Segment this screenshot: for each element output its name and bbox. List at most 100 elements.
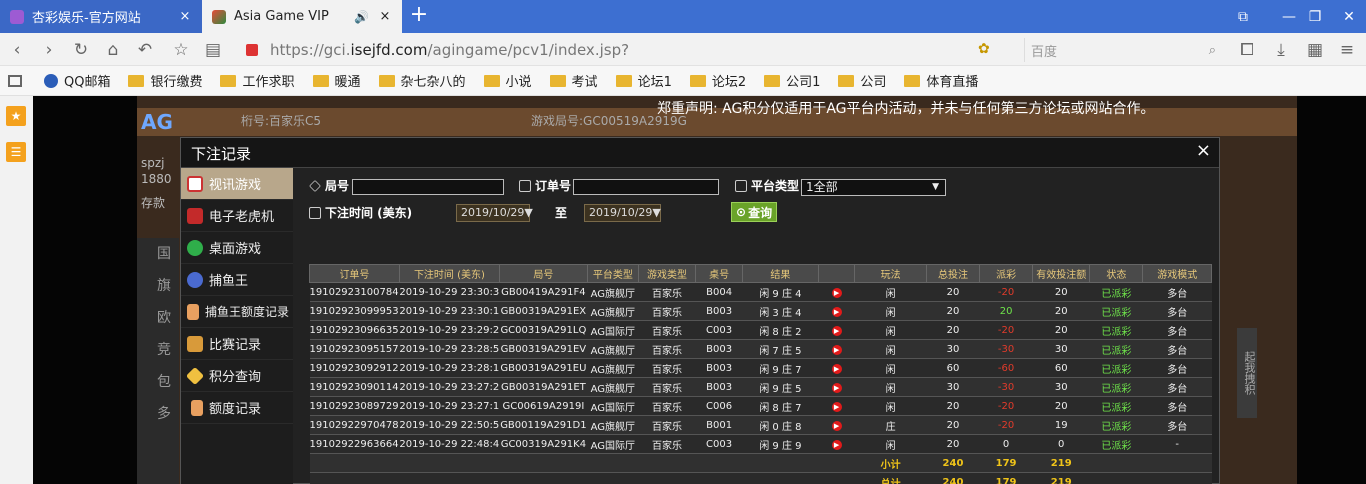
- play-video-icon[interactable]: ▶: [831, 306, 842, 317]
- table-row[interactable]: 191029231007844 2019-10-29 23:30:38 GB0041…: [309, 282, 1212, 302]
- tab-asia-game[interactable]: Asia Game VIP 🔊 ×: [202, 0, 402, 33]
- screenshot-icon[interactable]: ⧠: [1236, 39, 1258, 61]
- bg-menu-item: 竞: [157, 342, 171, 358]
- apps-icon[interactable]: ▦: [1304, 39, 1326, 61]
- order-number-cell: 191029231007844: [309, 282, 400, 302]
- game-type-cell: 百家乐: [638, 396, 696, 416]
- round-input[interactable]: [352, 179, 504, 195]
- restore-tabs-icon[interactable]: ⧉: [1220, 0, 1266, 33]
- table-row[interactable]: 191029229704787 2019-10-29 22:50:59 GB0011…: [309, 415, 1212, 435]
- order-number-cell: 191029229636649: [309, 434, 400, 454]
- forward-icon[interactable]: ›: [38, 39, 60, 61]
- table-row[interactable]: 191029230897292 2019-10-29 23:27:15 GC0061…: [309, 396, 1212, 416]
- tab-title: 杏彩娱乐-官方网站: [32, 11, 141, 26]
- menu-item-points[interactable]: 积分查询: [181, 360, 293, 392]
- tab-close-icon[interactable]: ×: [178, 9, 192, 24]
- table-row[interactable]: 191029230929128 2019-10-29 23:28:16 GB0031…: [309, 358, 1212, 378]
- bookmark-folder[interactable]: 论坛1: [615, 71, 672, 90]
- play-type-cell: 闲: [854, 339, 927, 359]
- query-button[interactable]: ⊙ 查询: [731, 202, 778, 222]
- menu-item-match-records[interactable]: 比赛记录: [181, 328, 293, 360]
- speaker-icon[interactable]: 🔊: [354, 10, 370, 24]
- menu-item-fishing-king[interactable]: 捕鱼王: [181, 264, 293, 296]
- bookmark-folder[interactable]: 暖通: [312, 71, 361, 90]
- notes-icon[interactable]: ☰: [6, 142, 26, 162]
- tab-close-icon[interactable]: ×: [378, 9, 392, 24]
- tab-xingcai[interactable]: 杏彩娱乐-官方网站 ×: [0, 0, 202, 33]
- menu-icon[interactable]: ≡: [1336, 39, 1358, 61]
- round-number-cell: GB00419A291F4: [499, 282, 588, 302]
- total-payout: 179: [979, 472, 1033, 484]
- menu-item-credit-records[interactable]: 额度记录: [181, 392, 293, 424]
- folder-icon: [838, 74, 855, 87]
- play-video-icon[interactable]: ▶: [831, 439, 842, 450]
- table-row[interactable]: 191029229636649 2019-10-29 22:48:47 GC0031…: [309, 434, 1212, 454]
- bookmark-folder[interactable]: 工作求职: [220, 71, 295, 90]
- game-type-cell: 百家乐: [638, 358, 696, 378]
- url-text: https://gci.isejfd.com/agingame/pcv1/ind…: [270, 40, 630, 59]
- tag-icon: [187, 335, 203, 352]
- order-number-input[interactable]: [573, 179, 719, 195]
- order-number-cell: 191029230966350: [309, 320, 400, 340]
- table-number-cell: C006: [695, 396, 743, 416]
- round-number-cell: GB00319A291EV: [499, 339, 588, 359]
- bookmark-folder[interactable]: 银行缴费: [128, 71, 202, 90]
- play-video-icon[interactable]: ▶: [831, 325, 842, 336]
- table-row[interactable]: 191029230999530 2019-10-29 23:30:19 GB0031…: [309, 301, 1212, 321]
- bookmark-folder[interactable]: 杂七杂八的: [378, 71, 466, 90]
- round-filter-label: 局号: [309, 177, 349, 194]
- date-from-picker[interactable]: 2019/10/29▼: [456, 204, 533, 222]
- search-input[interactable]: 百度 ⌕: [1024, 38, 1224, 62]
- menu-item-table-games[interactable]: 桌面游戏: [181, 232, 293, 264]
- bg-side-tab[interactable]: 起我拽积: [1237, 328, 1257, 418]
- menu-item-live-games[interactable]: 视讯游戏: [181, 168, 293, 200]
- round-number-cell: GC00319A291LQ: [499, 320, 588, 340]
- play-video-icon[interactable]: ▶: [831, 420, 842, 431]
- reload-icon[interactable]: ↻: [70, 39, 92, 61]
- new-tab-button[interactable]: +: [408, 4, 430, 27]
- search-icon[interactable]: ⌕: [1209, 43, 1216, 58]
- bookmark-folder[interactable]: 考试: [549, 71, 598, 90]
- bookmark-folder[interactable]: 论坛2: [689, 71, 746, 90]
- date-to-picker[interactable]: 2019/10/29▼: [584, 204, 661, 222]
- total-bet-cell: 20: [926, 415, 980, 435]
- payout-cell: -30: [979, 339, 1033, 359]
- bookmark-qqmail[interactable]: QQ邮箱: [44, 71, 110, 90]
- bookmark-folder[interactable]: 公司1: [764, 71, 820, 90]
- close-window-button[interactable]: ✕: [1326, 0, 1366, 33]
- home-icon[interactable]: ⌂: [102, 39, 124, 61]
- download-icon[interactable]: ⤓: [1270, 39, 1292, 61]
- favorites-star-icon[interactable]: ★: [6, 106, 26, 126]
- menu-item-slots[interactable]: 电子老虎机: [181, 200, 293, 232]
- menu-item-fishing-credit[interactable]: 捕鱼王额度记录: [181, 296, 293, 328]
- bee-icon[interactable]: ✿: [978, 41, 996, 57]
- play-video-icon[interactable]: ▶: [831, 344, 842, 355]
- bookmarks-bar: QQ邮箱 银行缴费 工作求职 暖通 杂七杂八的 小说 考试 论坛1 论坛2 公司…: [0, 66, 1366, 96]
- bg-menu-item: 国: [157, 246, 171, 262]
- undo-icon[interactable]: ↶: [134, 39, 156, 61]
- bookmark-folder[interactable]: 体育直播: [904, 71, 978, 90]
- bet-time-cell: 2019-10-29 23:27:15: [399, 396, 500, 416]
- platform-select[interactable]: 1全部 ▼: [801, 179, 946, 196]
- platform-cell: AG国际厅: [587, 320, 639, 340]
- payout-cell: -20: [979, 415, 1033, 435]
- play-video-icon[interactable]: ▶: [831, 401, 842, 412]
- result-cell: 闲 7 庄 5: [742, 339, 819, 359]
- play-video-icon[interactable]: ▶: [831, 382, 842, 393]
- back-icon[interactable]: ‹: [6, 39, 28, 61]
- address-bar[interactable]: https://gci.isejfd.com/agingame/pcv1/ind…: [240, 37, 1020, 62]
- table-row[interactable]: 191029230966350 2019-10-29 23:29:21 GC0031…: [309, 320, 1212, 340]
- play-video-icon[interactable]: ▶: [831, 287, 842, 298]
- dialog-close-button[interactable]: ×: [1196, 140, 1211, 161]
- column-header: 结果: [742, 264, 819, 283]
- tab-title: Asia Game VIP: [234, 9, 329, 24]
- star-icon[interactable]: ☆: [170, 39, 192, 61]
- reader-icon[interactable]: ▤: [202, 39, 224, 61]
- bookmark-folder[interactable]: 公司: [838, 71, 886, 90]
- sidebar-toggle-icon[interactable]: [8, 74, 22, 87]
- table-row[interactable]: 191029230901146 2019-10-29 23:27:27 GB0031…: [309, 377, 1212, 397]
- bookmark-folder[interactable]: 小说: [483, 71, 532, 90]
- play-video-icon[interactable]: ▶: [831, 363, 842, 374]
- menu-label: 额度记录: [209, 402, 262, 417]
- table-row[interactable]: 191029230951571 2019-10-29 23:28:52 GB0031…: [309, 339, 1212, 359]
